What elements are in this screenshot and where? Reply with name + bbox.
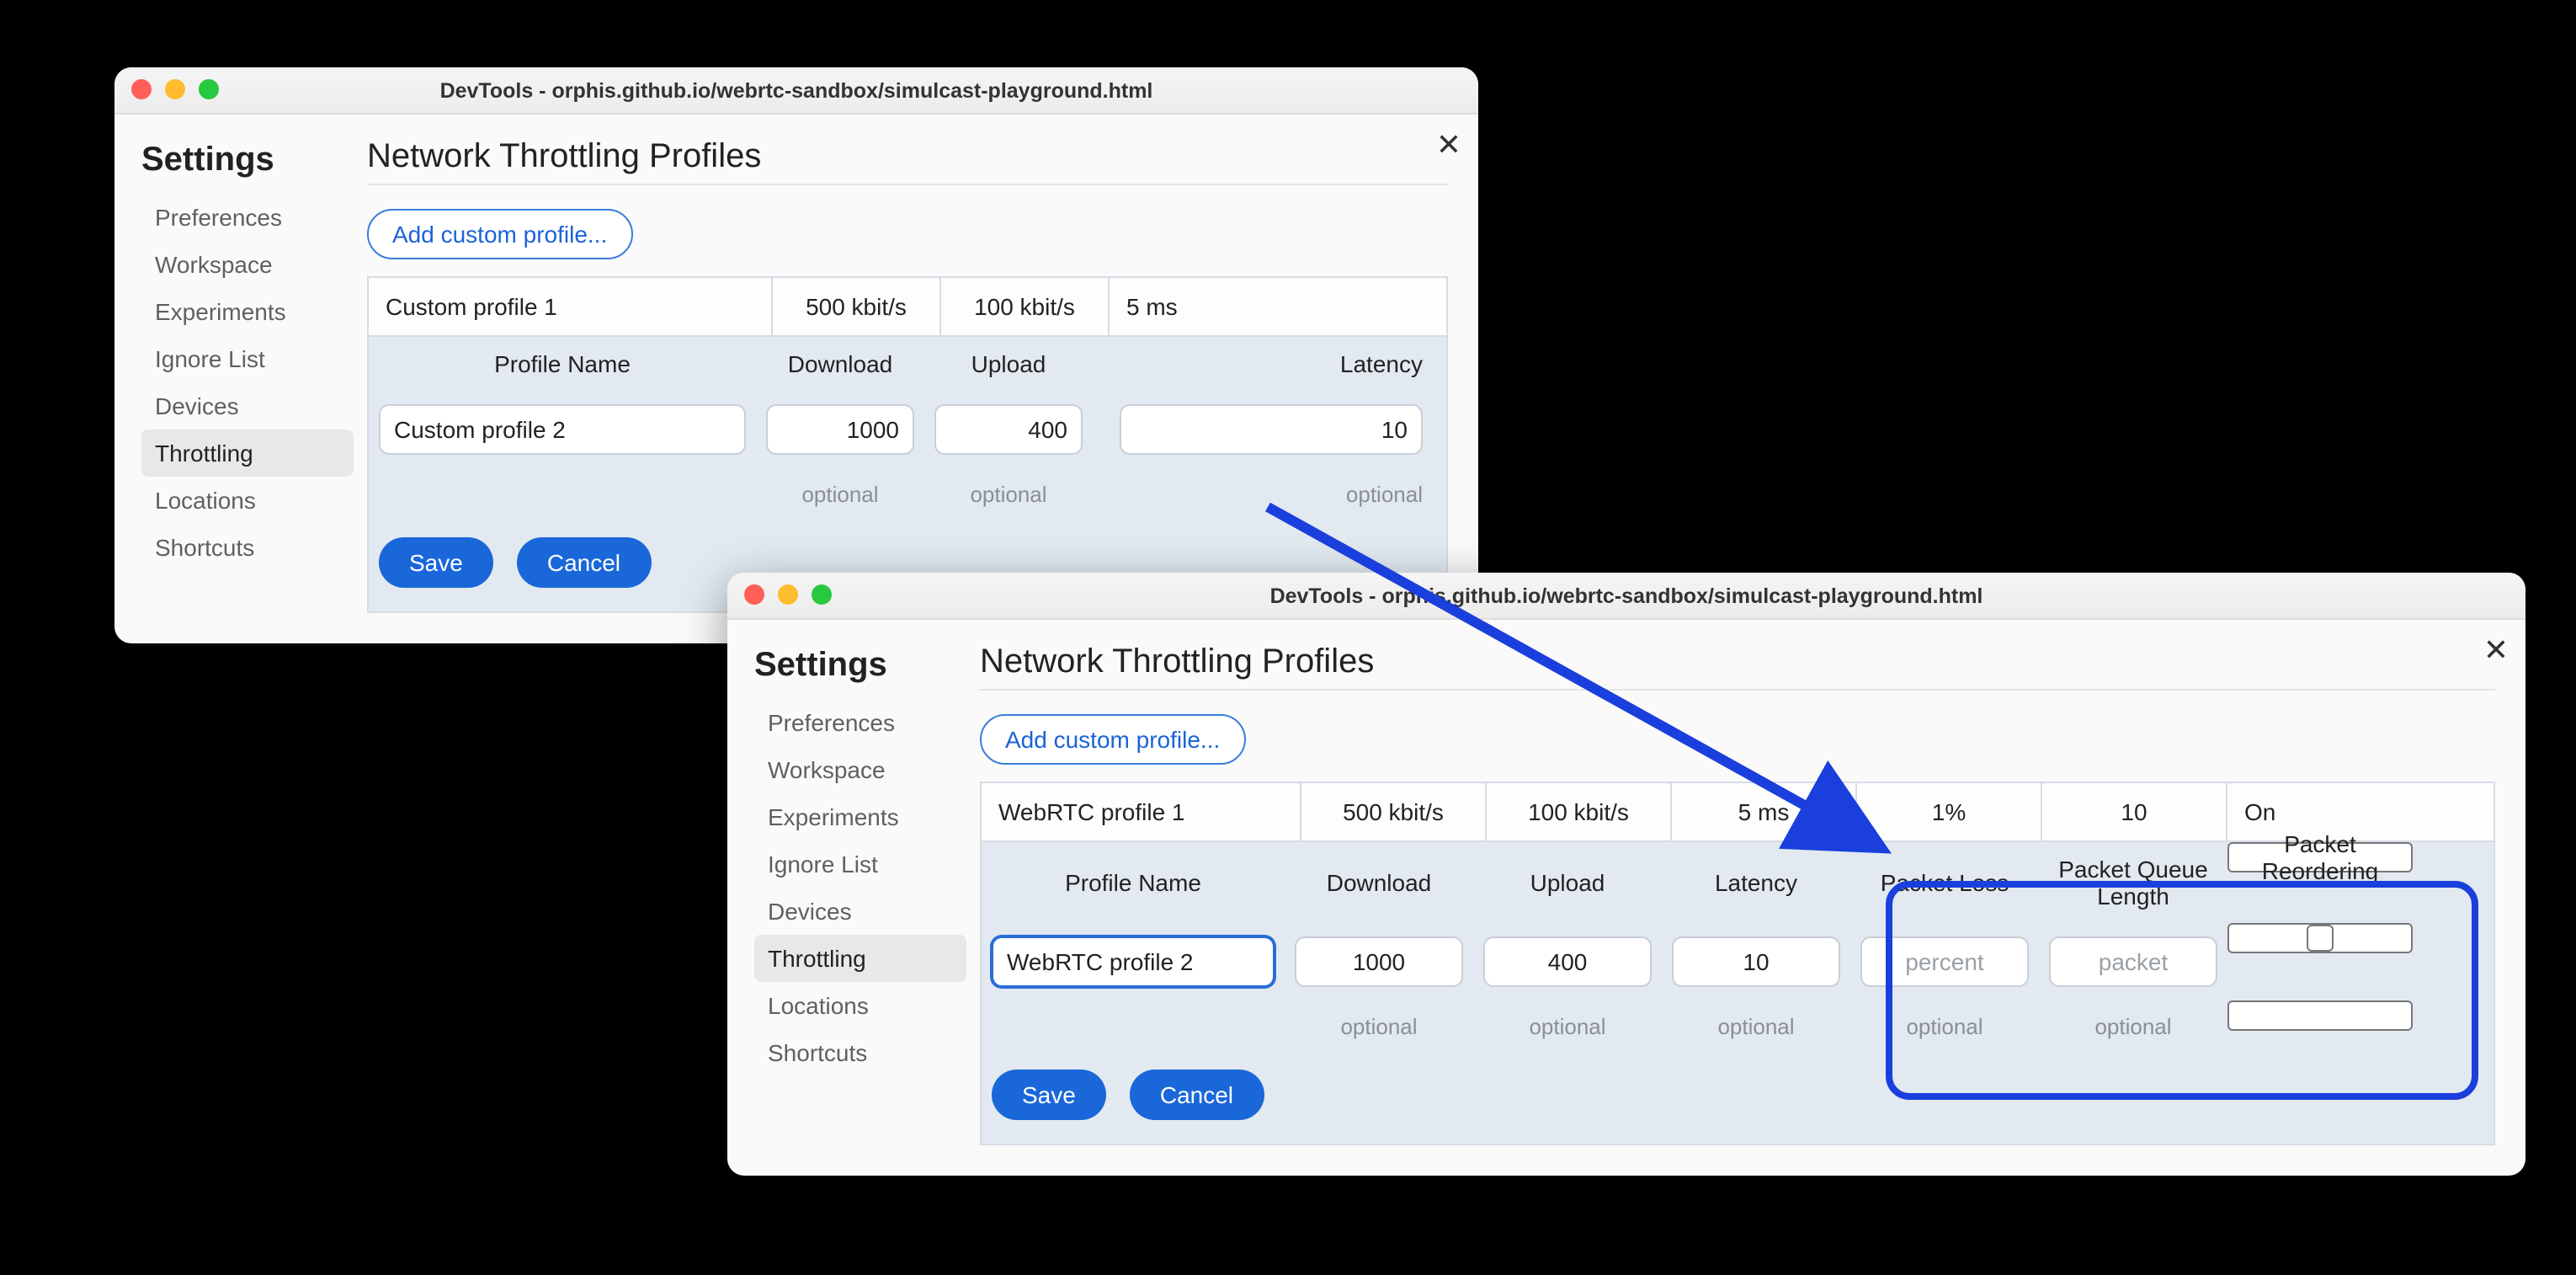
profile-upload-cell: 100 kbit/s [1487, 783, 1672, 840]
col-label-packet-loss: Packet Loss [1850, 842, 2039, 923]
profile-loss-cell: 1% [1857, 783, 2042, 840]
close-window-icon[interactable] [131, 79, 152, 99]
close-window-icon[interactable] [744, 584, 764, 605]
sidebar-item-workspace[interactable]: Workspace [141, 241, 354, 288]
cancel-button[interactable]: Cancel [1130, 1070, 1264, 1120]
upload-input[interactable] [934, 404, 1083, 455]
save-button[interactable]: Save [379, 537, 493, 588]
col-label-packet-reordering: Packet Reordering [2227, 842, 2413, 872]
minimize-window-icon[interactable] [778, 584, 798, 605]
sidebar-item-throttling[interactable]: Throttling [141, 429, 354, 477]
zoom-window-icon[interactable] [199, 79, 219, 99]
latency-input[interactable] [1120, 404, 1423, 455]
col-label-upload: Upload [1473, 842, 1662, 923]
profile-name-cell: WebRTC profile 1 [982, 783, 1301, 840]
optional-label: optional [1850, 1000, 2039, 1053]
optional-label: optional [1662, 1000, 1850, 1053]
optional-label: optional [2039, 1000, 2227, 1053]
upload-input[interactable] [1483, 936, 1652, 987]
edit-profile-form: Profile Name Download Upload Latency opt… [367, 337, 1448, 613]
sidebar-item-shortcuts[interactable]: Shortcuts [141, 524, 354, 571]
titlebar: DevTools - orphis.github.io/webrtc-sandb… [114, 67, 1478, 115]
profiles-table: Custom profile 1 500 kbit/s 100 kbit/s 5… [367, 276, 1448, 337]
sidebar-item-preferences[interactable]: Preferences [754, 699, 966, 746]
sidebar-item-throttling[interactable]: Throttling [754, 935, 966, 982]
optional-label: optional [1473, 1000, 1662, 1053]
sidebar-item-experiments[interactable]: Experiments [754, 793, 966, 840]
optional-label: optional [756, 468, 924, 520]
titlebar: DevTools - orphis.github.io/webrtc-sandb… [727, 573, 2525, 620]
sidebar-item-devices[interactable]: Devices [754, 888, 966, 935]
add-custom-profile-button[interactable]: Add custom profile... [980, 714, 1245, 765]
add-custom-profile-button[interactable]: Add custom profile... [367, 209, 632, 259]
sidebar-item-preferences[interactable]: Preferences [141, 194, 354, 241]
sidebar-item-experiments[interactable]: Experiments [141, 288, 354, 335]
profile-upload-cell: 100 kbit/s [941, 278, 1110, 335]
sidebar-item-ignore-list[interactable]: Ignore List [754, 840, 966, 888]
zoom-window-icon[interactable] [812, 584, 832, 605]
devtools-window-after: DevTools - orphis.github.io/webrtc-sandb… [727, 573, 2525, 1176]
col-label-download: Download [1285, 842, 1473, 923]
packet-queue-input[interactable] [2049, 936, 2217, 987]
settings-sidebar: Settings Preferences Workspace Experimen… [727, 620, 980, 1176]
close-icon[interactable]: ✕ [1436, 128, 1461, 163]
optional-label: optional [1093, 468, 1446, 520]
col-label-packet-queue: Packet Queue Length [2039, 842, 2227, 923]
sidebar-title: Settings [754, 647, 966, 686]
sidebar-item-devices[interactable]: Devices [141, 382, 354, 429]
page-title: Network Throttling Profiles [367, 138, 1448, 177]
col-label-upload: Upload [924, 337, 1093, 391]
close-icon[interactable]: ✕ [2483, 633, 2509, 669]
traffic-lights [744, 584, 832, 605]
optional-label: optional [924, 468, 1093, 520]
profile-name-cell: Custom profile 1 [369, 278, 773, 335]
sidebar-item-locations[interactable]: Locations [754, 982, 966, 1029]
devtools-window-before: DevTools - orphis.github.io/webrtc-sandb… [114, 67, 1478, 643]
edit-profile-form: Profile Name Download Upload Latency Pac… [980, 842, 2495, 1145]
window-title: DevTools - orphis.github.io/webrtc-sandb… [1270, 584, 1983, 607]
profile-name-input[interactable] [379, 404, 746, 455]
sidebar-title: Settings [141, 141, 354, 180]
sidebar-item-workspace[interactable]: Workspace [754, 746, 966, 793]
profile-download-cell: 500 kbit/s [1301, 783, 1487, 840]
col-label-latency: Latency [1662, 842, 1850, 923]
profile-latency-cell: 5 ms [1110, 278, 1446, 335]
sidebar-item-locations[interactable]: Locations [141, 477, 354, 524]
download-input[interactable] [1295, 936, 1463, 987]
profile-latency-cell: 5 ms [1672, 783, 1857, 840]
optional-label: optional [1285, 1000, 1473, 1053]
sidebar-item-ignore-list[interactable]: Ignore List [141, 335, 354, 382]
profile-queue-cell: 10 [2042, 783, 2227, 840]
traffic-lights [131, 79, 219, 99]
settings-sidebar: Settings Preferences Workspace Experimen… [114, 115, 367, 643]
sidebar-item-shortcuts[interactable]: Shortcuts [754, 1029, 966, 1076]
window-title: DevTools - orphis.github.io/webrtc-sandb… [440, 78, 1153, 102]
col-label-name: Profile Name [982, 842, 1285, 923]
profile-download-cell: 500 kbit/s [773, 278, 941, 335]
profile-row[interactable]: Custom profile 1 500 kbit/s 100 kbit/s 5… [369, 278, 1446, 335]
minimize-window-icon[interactable] [165, 79, 185, 99]
profile-name-input[interactable] [992, 936, 1275, 987]
packet-loss-input[interactable] [1860, 936, 2029, 987]
save-button[interactable]: Save [992, 1070, 1106, 1120]
cancel-button[interactable]: Cancel [517, 537, 651, 588]
download-input[interactable] [766, 404, 914, 455]
col-label-download: Download [756, 337, 924, 391]
col-label-latency: Latency [1093, 337, 1446, 391]
latency-input[interactable] [1672, 936, 1840, 987]
page-title: Network Throttling Profiles [980, 643, 2495, 682]
col-label-name: Profile Name [369, 337, 756, 391]
packet-reordering-checkbox[interactable] [2307, 925, 2334, 952]
